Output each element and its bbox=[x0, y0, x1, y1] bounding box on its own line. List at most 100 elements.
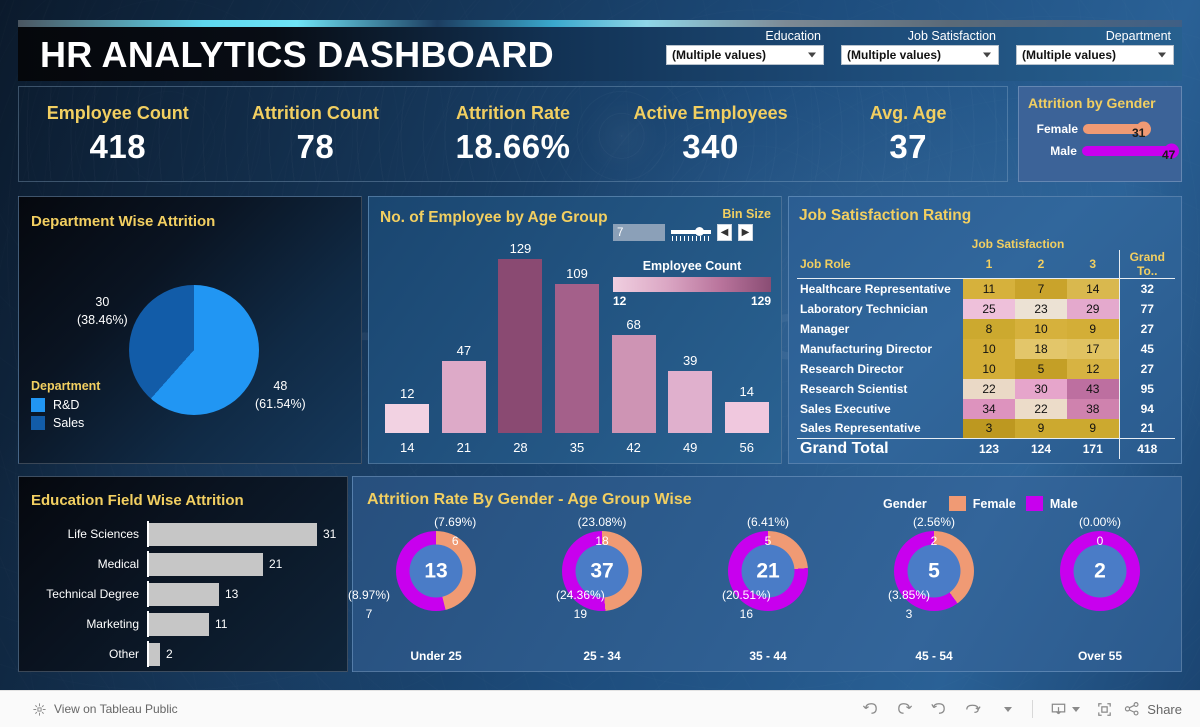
education-bar-label: Technical Degree bbox=[46, 587, 139, 601]
x-axis-tick-label: 21 bbox=[456, 440, 472, 455]
table-cell-value[interactable]: 25 bbox=[963, 298, 1015, 319]
filter-department-select[interactable]: (Multiple values) bbox=[1016, 45, 1174, 65]
table-row[interactable]: Manager 8 10 9 27 bbox=[797, 318, 1175, 339]
filter-education-label: Education bbox=[765, 29, 821, 43]
kpi-attrition-rate: Attrition Rate 18.66% bbox=[414, 87, 612, 181]
table-cell-value[interactable]: 9 bbox=[1015, 418, 1067, 439]
bar-value-label: 109 bbox=[566, 266, 588, 281]
table-row[interactable]: Manufacturing Director 10 18 17 45 bbox=[797, 338, 1175, 359]
donut-age-group-label: 35 - 44 bbox=[749, 649, 787, 663]
redo-button[interactable] bbox=[889, 696, 919, 722]
bar[interactable] bbox=[724, 402, 769, 433]
table-cell-value[interactable]: 5 bbox=[1015, 358, 1067, 379]
table-grand-total-row: Grand Total 123 124 171 418 bbox=[797, 438, 1175, 459]
share-button[interactable]: Share bbox=[1123, 700, 1186, 718]
legend-item-female[interactable]: Female bbox=[948, 496, 1016, 511]
undo-button[interactable] bbox=[855, 696, 885, 722]
department-attrition-panel: Department Wise Attrition 30 (38.46%) 48… bbox=[18, 196, 362, 464]
donut-male-label: (24.36%) 19 bbox=[556, 588, 605, 622]
table-cell-value[interactable]: 34 bbox=[963, 398, 1015, 419]
age-group-bar-column: 14 bbox=[718, 237, 775, 433]
legend-swatch-male bbox=[1025, 496, 1043, 511]
table-cell-value[interactable]: 3 bbox=[963, 418, 1015, 439]
toolbar-actions: Share bbox=[855, 696, 1186, 722]
gender-bar[interactable]: 47 bbox=[1081, 143, 1179, 162]
refresh-button[interactable] bbox=[957, 696, 987, 722]
donut-male-label: (8.97%) 7 bbox=[348, 588, 391, 622]
table-cell-value[interactable]: 9 bbox=[1067, 418, 1119, 439]
table-col-rating-1: 1 bbox=[963, 250, 1015, 279]
download-button[interactable] bbox=[1044, 696, 1085, 722]
chevron-down-icon bbox=[983, 52, 991, 58]
table-cell-value[interactable]: 14 bbox=[1067, 278, 1119, 299]
table-cell-value[interactable]: 38 bbox=[1067, 398, 1119, 419]
bar[interactable] bbox=[611, 335, 656, 433]
table-cell-value[interactable]: 30 bbox=[1015, 378, 1067, 399]
legend-item-male[interactable]: Male bbox=[1025, 496, 1078, 511]
table-cell-value[interactable]: 11 bbox=[963, 278, 1015, 299]
table-row[interactable]: Research Director 10 5 12 27 bbox=[797, 358, 1175, 379]
table-cell-value[interactable]: 29 bbox=[1067, 298, 1119, 319]
pause-dropdown-button[interactable] bbox=[991, 696, 1021, 722]
education-bar[interactable] bbox=[149, 582, 219, 606]
donut-chart[interactable]: 2(0.00%)0(0.00%)2 bbox=[1060, 515, 1140, 611]
table-row[interactable]: Sales Executive 34 22 38 94 bbox=[797, 398, 1175, 419]
department-pie-chart[interactable] bbox=[129, 285, 259, 415]
gender-bar[interactable]: 31 bbox=[1083, 121, 1151, 140]
filter-job-satisfaction-select[interactable]: (Multiple values) bbox=[841, 45, 999, 65]
table-cell-value[interactable]: 10 bbox=[963, 338, 1015, 359]
table-cell-value[interactable]: 17 bbox=[1067, 338, 1119, 359]
table-cell-value[interactable]: 23 bbox=[1015, 298, 1067, 319]
donut-chart[interactable]: 13 (7.69%) 6 (8.97%) 7 bbox=[348, 515, 476, 621]
education-bar[interactable] bbox=[149, 552, 263, 576]
table-col-grand-total: Grand To.. bbox=[1118, 250, 1175, 279]
bar[interactable] bbox=[668, 371, 713, 433]
donut-chart[interactable]: 5 (2.56%) 2 (3.85%) 3 bbox=[888, 515, 974, 621]
table-row[interactable]: Laboratory Technician 25 23 29 77 bbox=[797, 298, 1175, 319]
education-bar[interactable] bbox=[149, 522, 317, 546]
education-bar-row: Other 2 bbox=[29, 641, 339, 667]
toolbar-divider bbox=[1032, 700, 1034, 718]
table-cell-value[interactable]: 43 bbox=[1067, 378, 1119, 399]
table-cell-value[interactable]: 18 bbox=[1015, 338, 1067, 359]
fullscreen-button[interactable] bbox=[1089, 696, 1119, 722]
bar[interactable] bbox=[385, 404, 430, 433]
bar-value-label: 12 bbox=[400, 386, 415, 401]
table-cell-total: 27 bbox=[1118, 358, 1175, 379]
donut-female-label: (0.00%) 0 bbox=[1078, 515, 1122, 549]
table-cell-value[interactable]: 8 bbox=[963, 318, 1015, 339]
kpi-value: 37 bbox=[889, 127, 928, 165]
table-row[interactable]: Healthcare Representative 11 7 14 32 bbox=[797, 278, 1175, 299]
bar[interactable] bbox=[441, 361, 486, 433]
donut-chart[interactable]: 37 (23.08%) 18 (24.36%) 19 bbox=[556, 515, 642, 621]
page-title: HR ANALYTICS DASHBOARD bbox=[40, 34, 554, 75]
kpi-attrition-count: Attrition Count 78 bbox=[217, 87, 415, 181]
donut-female-label: (2.56%) 2 bbox=[912, 515, 956, 549]
education-bar-row: Medical 21 bbox=[29, 551, 339, 577]
filter-education-select[interactable]: (Multiple values) bbox=[666, 45, 824, 65]
education-bar[interactable] bbox=[149, 612, 209, 636]
slider-handle[interactable] bbox=[695, 227, 704, 236]
legend-item-rd[interactable]: R&D bbox=[31, 398, 100, 412]
table-row[interactable]: Sales Representative 3 9 9 21 bbox=[797, 418, 1175, 439]
table-cell-value[interactable]: 22 bbox=[963, 378, 1015, 399]
bar[interactable] bbox=[555, 284, 600, 433]
table-row[interactable]: Research Scientist 22 30 43 95 bbox=[797, 378, 1175, 399]
donut-chart[interactable]: 21 (6.41%) 5 (20.51%) 16 bbox=[722, 515, 808, 621]
table-cell-value[interactable]: 7 bbox=[1015, 278, 1067, 299]
table-cell-total: 32 bbox=[1118, 278, 1175, 299]
table-cell-value[interactable]: 10 bbox=[963, 358, 1015, 379]
revert-button[interactable] bbox=[923, 696, 953, 722]
table-cell-value[interactable]: 22 bbox=[1015, 398, 1067, 419]
kpi-value: 418 bbox=[89, 127, 147, 165]
filter-job-satisfaction-label: Job Satisfaction bbox=[907, 29, 996, 43]
table-cell-value[interactable]: 12 bbox=[1067, 358, 1119, 379]
education-bar[interactable] bbox=[149, 642, 160, 666]
donut-cell: 21 (6.41%) 5 (20.51%) 16 35 - 44 bbox=[685, 515, 851, 667]
table-cell-value[interactable]: 9 bbox=[1067, 318, 1119, 339]
view-on-tableau-public-link[interactable]: View on Tableau Public bbox=[14, 702, 178, 717]
bar[interactable] bbox=[498, 259, 543, 433]
kpi-strip: Employee Count 418 Attrition Count 78 At… bbox=[18, 86, 1008, 182]
legend-item-sales[interactable]: Sales bbox=[31, 416, 100, 430]
table-cell-value[interactable]: 10 bbox=[1015, 318, 1067, 339]
